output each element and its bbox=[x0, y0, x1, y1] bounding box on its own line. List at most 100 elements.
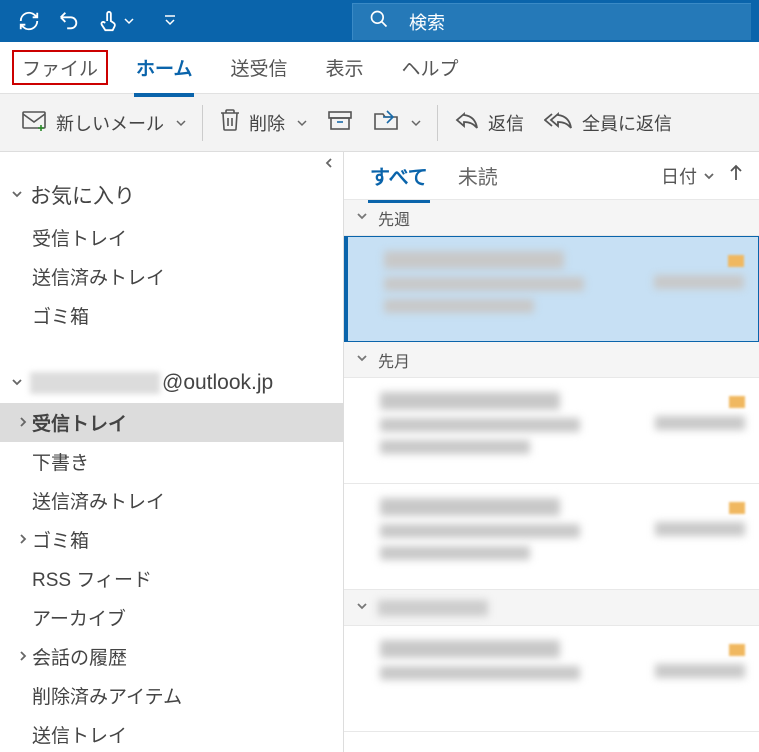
flag-icon bbox=[729, 396, 745, 408]
delete-button[interactable]: 削除 bbox=[209, 94, 317, 151]
flag-icon bbox=[729, 644, 745, 656]
folder-inbox[interactable]: 受信トレイ bbox=[0, 403, 343, 442]
chevron-down-icon bbox=[10, 371, 24, 395]
folder-inbox-fav[interactable]: 受信トレイ bbox=[0, 218, 343, 257]
favorites-label: お気に入り bbox=[30, 180, 135, 210]
message-subject-redacted bbox=[384, 277, 584, 291]
search-icon bbox=[369, 9, 389, 34]
reply-all-button[interactable]: 全員に返信 bbox=[534, 94, 682, 151]
folder-sent-fav[interactable]: 送信済みトレイ bbox=[0, 257, 343, 296]
folder-conversation-history[interactable]: 会話の履歴 bbox=[0, 637, 343, 676]
sort-direction-icon[interactable] bbox=[729, 164, 743, 187]
group-header-last-week[interactable]: 先週 bbox=[344, 200, 759, 236]
inbox-label: 受信トレイ bbox=[32, 409, 127, 436]
undo-icon[interactable] bbox=[58, 10, 80, 32]
message-subject-redacted bbox=[380, 666, 580, 680]
chevron-down-icon bbox=[411, 118, 421, 128]
message-sender-redacted bbox=[380, 640, 560, 658]
message-sender-redacted bbox=[380, 498, 560, 516]
folder-sent[interactable]: 送信済みトレイ bbox=[0, 481, 343, 520]
account-header[interactable]: @outlook.jp bbox=[0, 357, 343, 403]
message-date-redacted bbox=[655, 664, 745, 678]
chevron-right-icon bbox=[14, 646, 32, 668]
chevron-down-icon bbox=[356, 209, 368, 227]
folder-pane: お気に入り 受信トレイ 送信済みトレイ ゴミ箱 @outlook.jp 受信トレ… bbox=[0, 152, 344, 752]
reply-label: 返信 bbox=[488, 110, 524, 136]
search-placeholder: 検索 bbox=[409, 9, 445, 35]
group-label: 先週 bbox=[378, 206, 410, 230]
menu-send-receive[interactable]: 送受信 bbox=[220, 48, 297, 87]
separator bbox=[202, 105, 203, 141]
folder-drafts[interactable]: 下書き bbox=[0, 442, 343, 481]
message-item[interactable] bbox=[344, 236, 759, 342]
favorites-header[interactable]: お気に入り bbox=[0, 166, 343, 218]
sync-icon[interactable] bbox=[18, 10, 40, 32]
chevron-down-icon bbox=[176, 118, 186, 128]
tab-unread[interactable]: 未読 bbox=[448, 153, 508, 198]
menu-help[interactable]: ヘルプ bbox=[391, 48, 468, 87]
tab-all[interactable]: すべて bbox=[360, 153, 438, 198]
message-sender-redacted bbox=[380, 392, 560, 410]
message-item[interactable] bbox=[344, 378, 759, 484]
flag-icon bbox=[728, 255, 744, 267]
conv-history-label: 会話の履歴 bbox=[32, 643, 127, 670]
search-box[interactable]: 検索 bbox=[352, 3, 751, 40]
menu-file[interactable]: ファイル bbox=[12, 50, 108, 85]
move-button[interactable] bbox=[363, 94, 431, 151]
new-mail-button[interactable]: 新しいメール bbox=[12, 94, 196, 151]
reply-all-label: 全員に返信 bbox=[582, 110, 672, 136]
group-label-redacted bbox=[378, 600, 488, 616]
reply-button[interactable]: 返信 bbox=[444, 94, 534, 151]
new-mail-label: 新しいメール bbox=[56, 110, 164, 136]
reply-icon bbox=[454, 109, 480, 136]
message-preview-redacted bbox=[384, 299, 534, 313]
menu-bar: ファイル ホーム 送受信 表示 ヘルプ bbox=[0, 42, 759, 94]
message-subject-redacted bbox=[380, 524, 580, 538]
message-item[interactable] bbox=[344, 484, 759, 590]
chevron-down-icon bbox=[356, 599, 368, 617]
title-bar: 検索 bbox=[0, 0, 759, 42]
sort-dropdown[interactable]: 日付 bbox=[661, 163, 715, 189]
menu-home[interactable]: ホーム bbox=[126, 48, 202, 87]
reply-all-icon bbox=[544, 109, 574, 136]
main-content: お気に入り 受信トレイ 送信済みトレイ ゴミ箱 @outlook.jp 受信トレ… bbox=[0, 152, 759, 752]
folder-trash[interactable]: ゴミ箱 bbox=[0, 520, 343, 559]
menu-view[interactable]: 表示 bbox=[315, 48, 373, 87]
collapse-pane-icon[interactable] bbox=[323, 156, 335, 174]
chevron-down-icon bbox=[703, 170, 715, 182]
folder-deleted-items[interactable]: 削除済みアイテム bbox=[0, 676, 343, 715]
message-date-redacted bbox=[655, 416, 745, 430]
folder-trash-fav[interactable]: ゴミ箱 bbox=[0, 296, 343, 335]
account-name-redacted bbox=[30, 372, 160, 394]
message-sender-redacted bbox=[384, 251, 564, 269]
group-label: 先月 bbox=[378, 348, 410, 372]
trash-icon bbox=[219, 108, 241, 137]
message-item[interactable] bbox=[344, 626, 759, 732]
customize-qat-icon[interactable] bbox=[164, 14, 176, 28]
separator bbox=[437, 105, 438, 141]
touch-mode-icon[interactable] bbox=[98, 10, 134, 32]
chevron-right-icon bbox=[14, 529, 32, 551]
folder-outbox[interactable]: 送信トレイ bbox=[0, 715, 343, 752]
flag-icon bbox=[729, 502, 745, 514]
chevron-down-icon bbox=[10, 183, 24, 207]
ribbon-toolbar: 新しいメール 削除 返信 bbox=[0, 94, 759, 152]
move-folder-icon bbox=[373, 109, 399, 136]
message-preview-redacted bbox=[380, 546, 530, 560]
mail-icon bbox=[22, 109, 48, 136]
message-preview-redacted bbox=[380, 440, 530, 454]
archive-icon bbox=[327, 109, 353, 136]
group-header-redacted[interactable] bbox=[344, 590, 759, 626]
message-date-redacted bbox=[654, 275, 744, 289]
chevron-down-icon bbox=[356, 351, 368, 369]
trash-label: ゴミ箱 bbox=[32, 526, 89, 553]
folder-archive[interactable]: アーカイブ bbox=[0, 598, 343, 637]
chevron-down-icon bbox=[297, 118, 307, 128]
message-list-header: すべて 未読 日付 bbox=[344, 152, 759, 200]
archive-button[interactable] bbox=[317, 94, 363, 151]
group-header-last-month[interactable]: 先月 bbox=[344, 342, 759, 378]
folder-rss[interactable]: RSS フィード bbox=[0, 559, 343, 598]
message-date-redacted bbox=[655, 522, 745, 536]
delete-label: 削除 bbox=[249, 110, 285, 136]
message-list-pane: すべて 未読 日付 先週 bbox=[344, 152, 759, 752]
